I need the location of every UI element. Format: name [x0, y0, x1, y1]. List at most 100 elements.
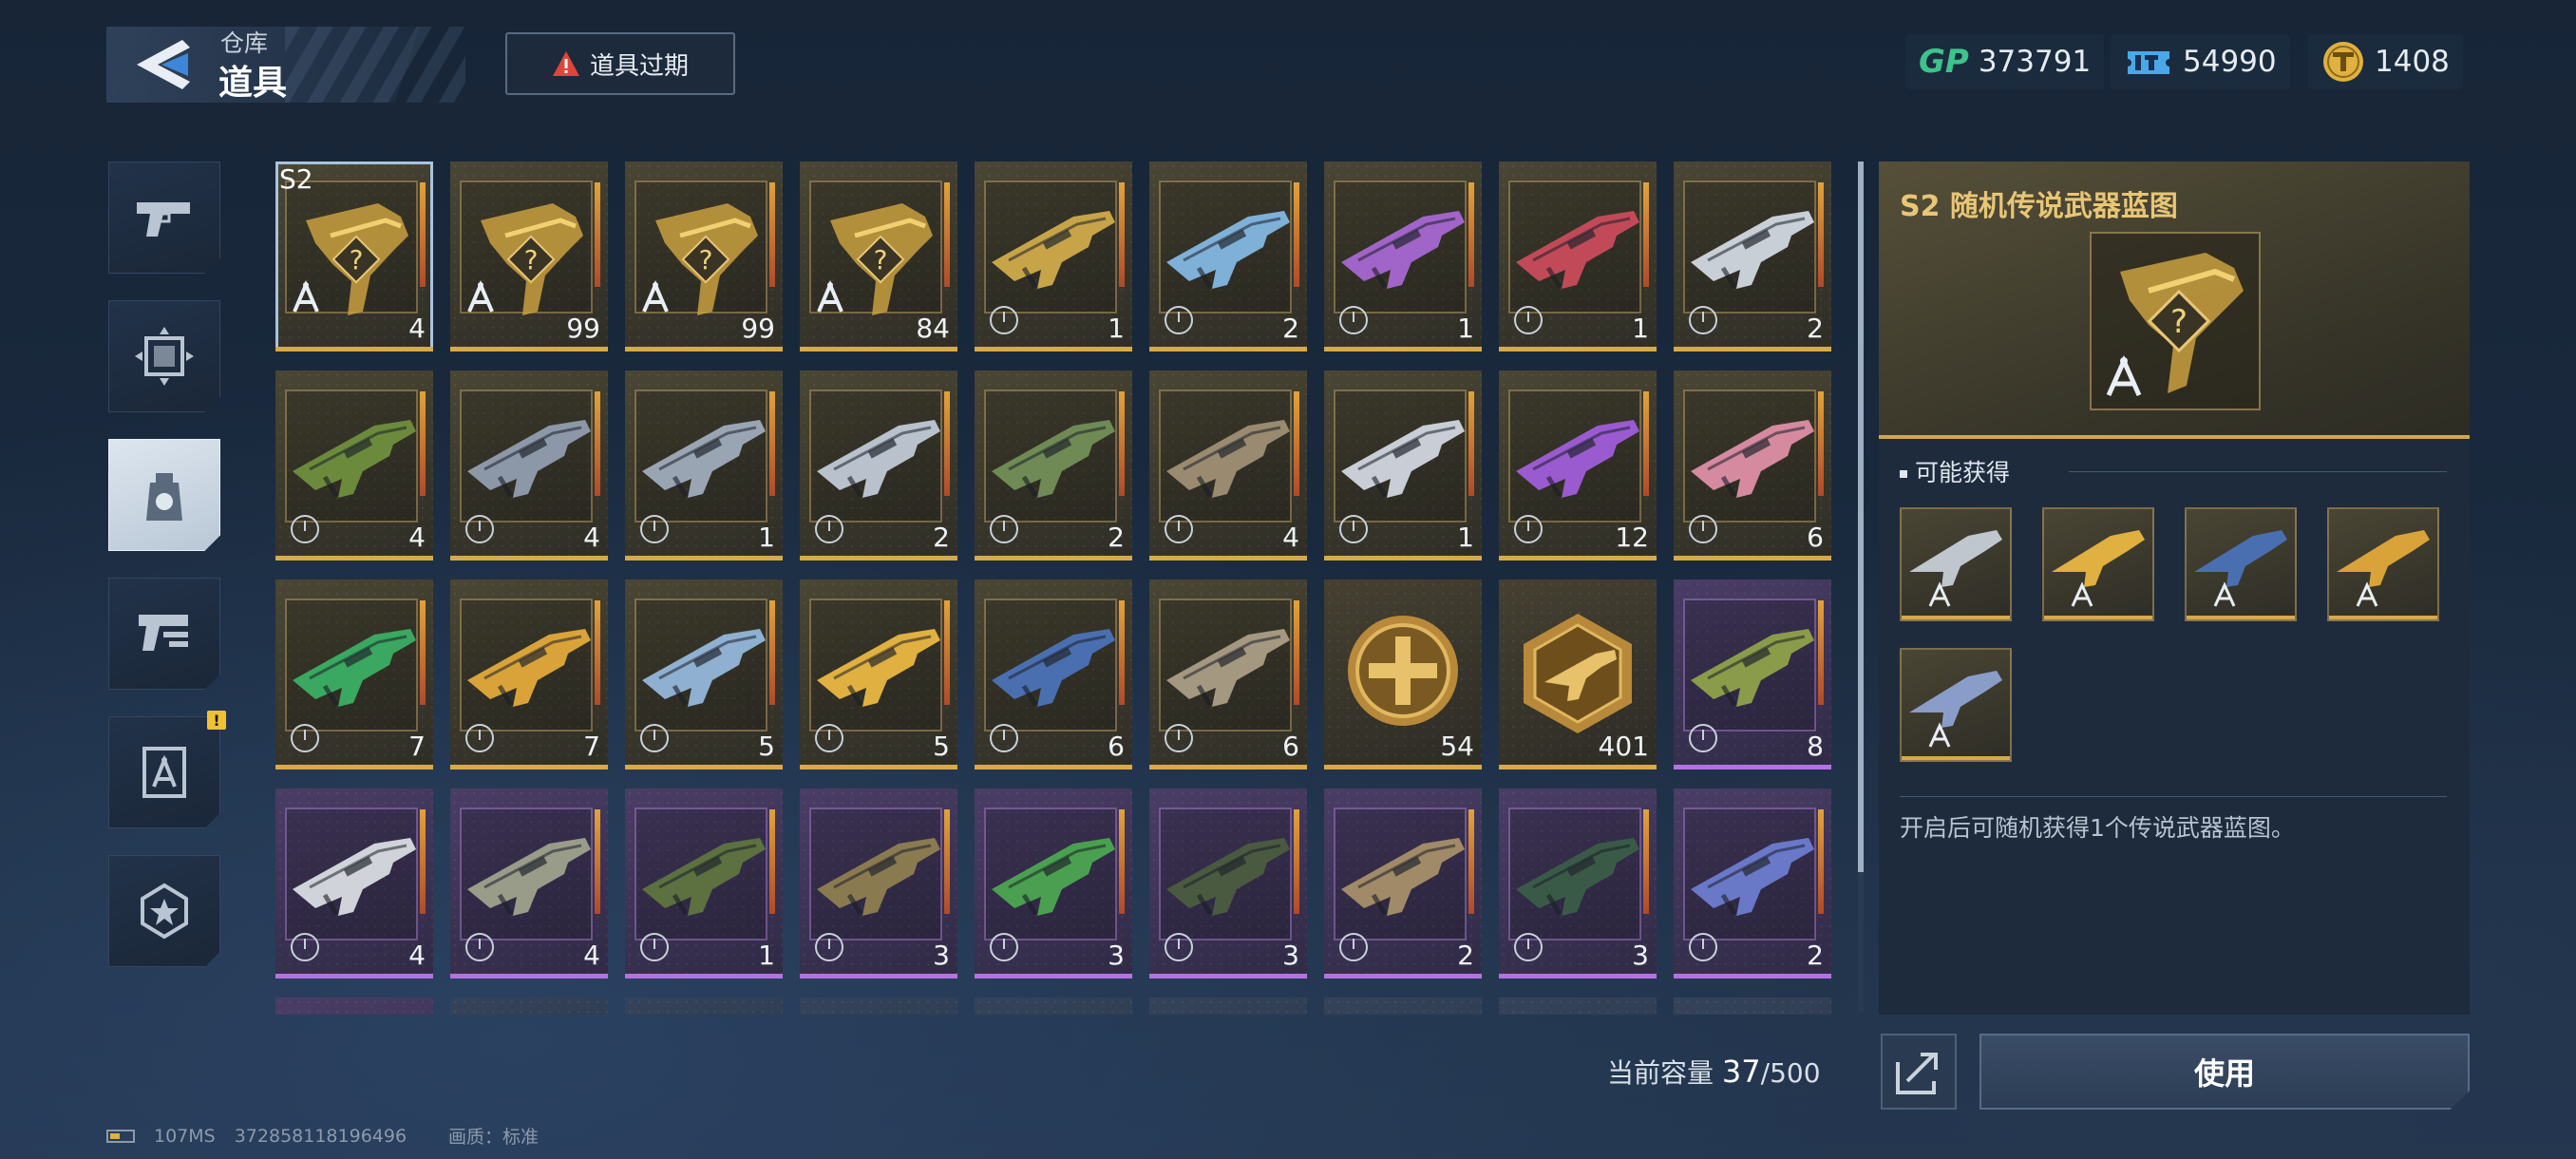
weapon-icon	[1691, 838, 1814, 916]
possible-reward-item[interactable]	[2042, 507, 2154, 621]
weapon-icon	[992, 211, 1115, 289]
blueprint-weapon-icon: ?	[2106, 253, 2244, 397]
weapon-icon	[992, 420, 1115, 498]
inventory-slot[interactable]: 1	[625, 370, 783, 560]
inventory-slot[interactable]: 12	[1499, 370, 1657, 560]
rarity-bar	[1674, 556, 1831, 560]
inventory-slot-empty[interactable]	[625, 998, 783, 1015]
timed-clock-icon	[1514, 515, 1543, 543]
inventory-slot[interactable]: 2	[1149, 162, 1307, 352]
blueprint-weapon-icon: ?	[293, 203, 408, 315]
inventory-slot[interactable]: 5	[800, 580, 957, 770]
inventory-slot[interactable]: 4	[450, 788, 608, 978]
inventory-slot-empty[interactable]	[1499, 998, 1657, 1015]
inventory-slot[interactable]: 4	[450, 370, 608, 560]
page-title: 道具	[218, 64, 288, 103]
item-quantity: 2	[1282, 313, 1299, 344]
inventory-slot[interactable]: 2	[800, 370, 957, 560]
item-description: 开启后可随机获得1个传说武器蓝图。	[1900, 814, 2295, 842]
inventory-slot[interactable]: ? 84	[800, 162, 957, 352]
rarity-bar	[275, 974, 433, 978]
inventory-slot[interactable]: ? 99	[450, 162, 608, 352]
rarity-bar	[2329, 616, 2437, 619]
inventory-slot-empty[interactable]	[800, 998, 957, 1015]
inventory-slot[interactable]: 1	[1324, 370, 1482, 560]
inventory-slot[interactable]: 2	[1674, 788, 1831, 978]
tab-badge[interactable]	[108, 855, 220, 967]
possible-reward-item[interactable]	[1900, 648, 2012, 762]
item-quantity: 4	[408, 522, 426, 553]
item-expire-button[interactable]: 道具过期	[505, 32, 735, 95]
inventory-slot[interactable]: 2	[975, 370, 1132, 560]
timed-clock-icon	[1165, 724, 1193, 752]
inventory-slot[interactable]: 1	[625, 788, 783, 978]
tab-firearm[interactable]	[108, 162, 220, 274]
tab-blueprint[interactable]	[108, 716, 220, 828]
inventory-slot-empty[interactable]	[1149, 998, 1307, 1015]
weapon-icon	[992, 838, 1115, 916]
inventory-slot[interactable]: 401	[1499, 580, 1657, 770]
possible-reward-item[interactable]	[2327, 507, 2439, 621]
inventory-slot[interactable]: 5	[625, 580, 783, 770]
weapon-icon	[1691, 629, 1814, 707]
inventory-slot[interactable]: ? 99	[625, 162, 783, 352]
timed-clock-icon	[815, 933, 843, 961]
blueprint-tab-badge: !	[207, 711, 226, 730]
blueprint-weapon-icon	[1909, 530, 2002, 607]
inventory-slot[interactable]: 3	[975, 788, 1132, 978]
rarity-bar	[800, 974, 957, 978]
inventory-slot[interactable]: 1	[1324, 162, 1482, 352]
rarity-bar	[1149, 556, 1307, 560]
timed-clock-icon	[815, 724, 843, 752]
inventory-slot-empty[interactable]	[1674, 998, 1831, 1015]
item-quantity: 6	[1807, 522, 1824, 553]
item-quantity: 2	[933, 522, 950, 553]
currency-gp: GP 373791	[1905, 34, 2105, 89]
inventory-slot[interactable]: 7	[275, 580, 433, 770]
inventory-slot-empty[interactable]	[975, 998, 1132, 1015]
inventory-slot[interactable]: 6	[1149, 580, 1307, 770]
rarity-bar	[1149, 974, 1307, 978]
header-stripes	[285, 27, 465, 103]
inventory-slot[interactable]: 4	[275, 370, 433, 560]
possible-rewards-heading: 可能获得	[1900, 454, 2010, 488]
inventory-slot[interactable]: 2	[1674, 162, 1831, 352]
inventory-slot[interactable]: ? S2 4	[275, 162, 433, 352]
grid-scrollbar-thumb[interactable]	[1858, 162, 1864, 872]
inventory-slot-empty[interactable]	[450, 998, 608, 1015]
star-badge-icon	[141, 883, 188, 940]
tab-frame[interactable]	[108, 300, 220, 412]
inventory-slot[interactable]: 1	[1499, 162, 1657, 352]
inventory-slot[interactable]: 4	[1149, 370, 1307, 560]
share-button[interactable]	[1881, 1034, 1957, 1110]
item-quantity: 5	[758, 731, 775, 762]
timed-clock-icon	[815, 515, 843, 543]
possible-reward-item[interactable]	[2185, 507, 2297, 621]
inventory-slot[interactable]: 8	[1674, 580, 1831, 770]
inventory-slot[interactable]: 6	[1674, 370, 1831, 560]
coin-icon	[2323, 42, 2363, 82]
use-button[interactable]: 使用	[1979, 1034, 2470, 1110]
inventory-slot-empty[interactable]	[275, 998, 433, 1015]
rarity-bar	[975, 765, 1132, 770]
inventory-slot[interactable]: 3	[1149, 788, 1307, 978]
inventory-slot[interactable]: 3	[800, 788, 957, 978]
possible-reward-item[interactable]	[1900, 507, 2012, 621]
blueprint-weapon-icon	[2337, 530, 2430, 607]
item-quantity: 1	[758, 940, 775, 971]
inventory-slot-empty[interactable]	[1324, 998, 1482, 1015]
inventory-slot[interactable]: 6	[975, 580, 1132, 770]
tab-parts[interactable]	[108, 578, 220, 690]
inventory-slot[interactable]: 54	[1324, 580, 1482, 770]
inventory-slot[interactable]: 1	[975, 162, 1132, 352]
rarity-bar	[275, 347, 433, 352]
inventory-slot[interactable]: 2	[1324, 788, 1482, 978]
back-button[interactable]	[133, 34, 196, 95]
weapon-icon	[992, 629, 1115, 707]
timed-clock-icon	[990, 306, 1018, 334]
item-quantity: 6	[1282, 731, 1299, 762]
inventory-slot[interactable]: 7	[450, 580, 608, 770]
tab-items[interactable]	[108, 439, 220, 551]
inventory-slot[interactable]: 4	[275, 788, 433, 978]
inventory-slot[interactable]: 3	[1499, 788, 1657, 978]
